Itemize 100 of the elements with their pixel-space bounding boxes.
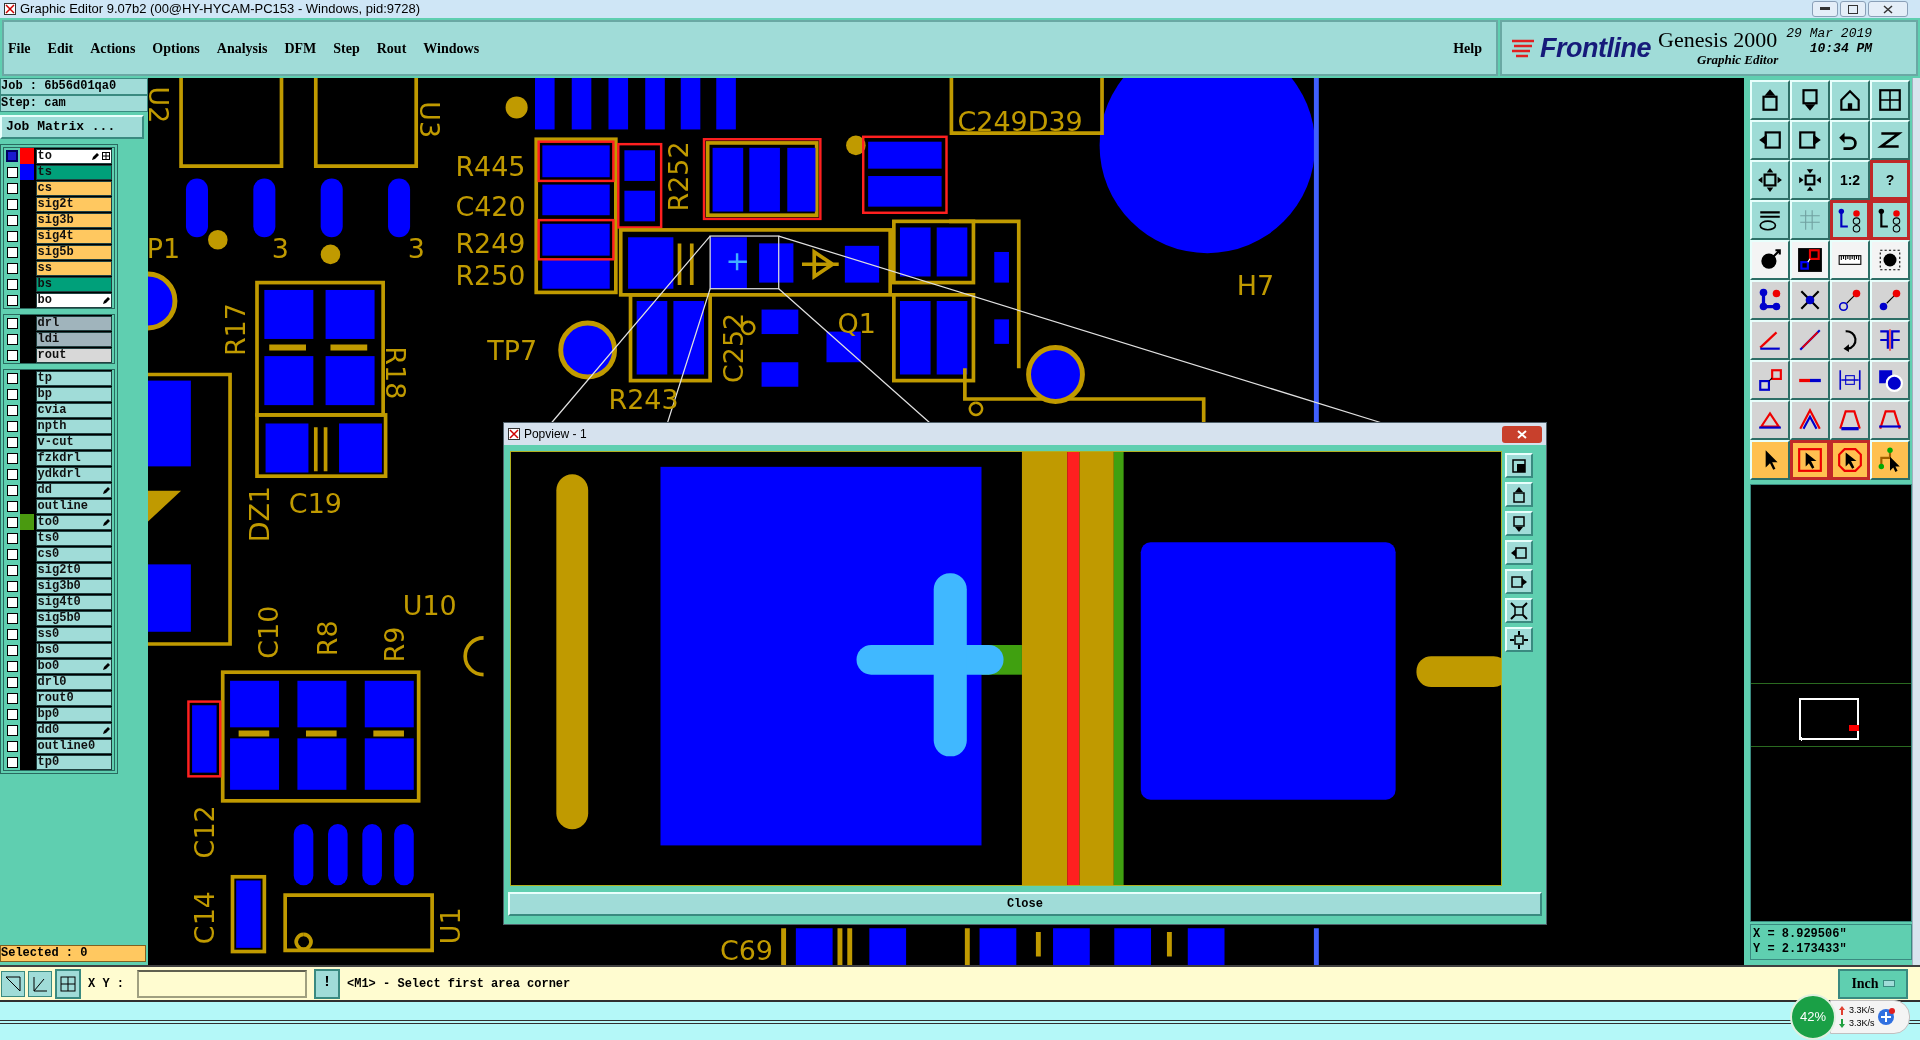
layer-checkbox[interactable] (6, 516, 18, 528)
view-tool-button[interactable] (1504, 598, 1533, 623)
layer-row[interactable]: bp0 (35, 706, 113, 722)
layer-checkbox[interactable] (6, 246, 18, 258)
tool-button[interactable] (1, 970, 25, 997)
view-tool-button[interactable] (1504, 627, 1533, 652)
layer-checkbox[interactable] (6, 404, 18, 416)
tool-button[interactable] (1790, 440, 1830, 480)
layer-row[interactable]: rout0 (35, 690, 113, 706)
close-button[interactable] (1501, 425, 1542, 443)
layer-row[interactable]: cs0 (35, 546, 113, 562)
layer-row[interactable]: fzkdrl (35, 450, 113, 466)
units-dropdown[interactable]: Inch (1838, 968, 1908, 999)
layer-checkbox[interactable] (6, 333, 18, 345)
layer-checkbox[interactable] (6, 708, 18, 720)
layer-checkbox[interactable] (6, 198, 18, 210)
layer-checkbox[interactable] (6, 262, 18, 274)
close-button[interactable] (1868, 1, 1908, 17)
layer-row[interactable]: rout (35, 347, 113, 363)
view-tool-button[interactable] (1504, 511, 1533, 536)
layer-row[interactable]: to (35, 148, 113, 164)
minimize-button[interactable] (1812, 1, 1838, 17)
menu-item[interactable]: Rout (376, 37, 407, 59)
layer-checkbox[interactable] (6, 468, 18, 480)
layer-checkbox[interactable] (6, 500, 18, 512)
view-tool-button[interactable] (1504, 453, 1533, 478)
layer-checkbox[interactable] (6, 436, 18, 448)
tool-button[interactable]: ? (1870, 160, 1910, 200)
menu-item[interactable]: Analysis (216, 37, 268, 59)
layer-row[interactable]: outline0 (35, 738, 113, 754)
layer-checkbox[interactable] (6, 214, 18, 226)
layer-checkbox[interactable] (6, 484, 18, 496)
view-tool-button[interactable] (1504, 540, 1533, 565)
layer-checkbox[interactable] (6, 150, 19, 162)
layer-row[interactable]: sig5b (35, 244, 113, 260)
layer-row[interactable]: sig2t0 (35, 562, 113, 578)
layer-checkbox[interactable] (6, 740, 18, 752)
layer-checkbox[interactable] (6, 596, 18, 608)
layer-row[interactable]: sig3b0 (35, 578, 113, 594)
layer-row[interactable]: cs (35, 180, 113, 196)
layer-row[interactable]: outline (35, 498, 113, 514)
job-matrix-button[interactable]: Job Matrix ... (0, 115, 144, 139)
tool-button[interactable] (1830, 440, 1870, 480)
maximize-button[interactable] (1840, 1, 1866, 17)
layer-row[interactable]: cvia (35, 402, 113, 418)
layer-row[interactable]: bo (35, 292, 113, 308)
close-button[interactable]: Close (507, 892, 1542, 916)
layer-row[interactable]: ts0 (35, 530, 113, 546)
plus-icon[interactable] (1876, 1008, 1895, 1026)
menu-item[interactable]: Actions (90, 37, 136, 59)
layer-checkbox[interactable] (6, 756, 18, 768)
layer-checkbox[interactable] (6, 532, 18, 544)
layer-checkbox[interactable] (6, 580, 18, 592)
menu-item[interactable]: Edit (47, 37, 74, 59)
layer-row[interactable]: bs (35, 276, 113, 292)
layer-row[interactable]: drl (35, 315, 113, 331)
layer-row[interactable]: dd (35, 482, 113, 498)
layer-row[interactable]: sig5b0 (35, 610, 113, 626)
layer-checkbox[interactable] (6, 372, 18, 384)
view-tool-button[interactable] (1504, 482, 1533, 507)
layer-checkbox[interactable] (6, 548, 18, 560)
layer-row[interactable]: sig3b (35, 212, 113, 228)
layer-row[interactable]: to0 (35, 514, 113, 530)
menu-item[interactable]: File (8, 37, 31, 59)
layer-row[interactable]: tp0 (35, 754, 113, 770)
layer-row[interactable]: bs0 (35, 642, 113, 658)
layer-checkbox[interactable] (6, 294, 18, 306)
tool-button[interactable] (1830, 200, 1870, 240)
layer-row[interactable]: ldi (35, 331, 113, 347)
layer-row[interactable]: sig4t (35, 228, 113, 244)
help-menu[interactable]: Help (1453, 37, 1492, 59)
layer-checkbox[interactable] (6, 452, 18, 464)
layer-checkbox[interactable] (6, 349, 18, 361)
tool-button[interactable]: 1:2 (1830, 160, 1870, 200)
layer-row[interactable]: ts (35, 164, 113, 180)
layer-row[interactable]: ydkdrl (35, 466, 113, 482)
menu-item[interactable]: Options (152, 37, 200, 59)
layer-checkbox[interactable] (6, 692, 18, 704)
layer-row[interactable]: dd0 (35, 722, 113, 738)
tool-button[interactable] (1870, 200, 1910, 240)
layer-checkbox[interactable] (6, 278, 18, 290)
layer-checkbox[interactable] (6, 166, 18, 178)
layer-checkbox[interactable] (6, 660, 18, 672)
layer-row[interactable]: tp (35, 370, 113, 386)
layer-checkbox[interactable] (6, 724, 18, 736)
layer-row[interactable]: bp (35, 386, 113, 402)
menu-item[interactable]: Step (333, 37, 360, 59)
menu-item[interactable]: Windows (423, 37, 480, 59)
menu-item[interactable]: DFM (284, 37, 317, 59)
scrollbar[interactable] (1912, 78, 1920, 965)
layer-checkbox[interactable] (6, 644, 18, 656)
layer-checkbox[interactable] (6, 388, 18, 400)
layer-checkbox[interactable] (6, 182, 18, 194)
layer-checkbox[interactable] (6, 612, 18, 624)
layer-row[interactable]: ss0 (35, 626, 113, 642)
layer-row[interactable]: bo0 (35, 658, 113, 674)
layer-checkbox[interactable] (6, 628, 18, 640)
tool-button[interactable] (28, 970, 52, 997)
layer-row[interactable]: v-cut (35, 434, 113, 450)
layer-row[interactable]: drl0 (35, 674, 113, 690)
